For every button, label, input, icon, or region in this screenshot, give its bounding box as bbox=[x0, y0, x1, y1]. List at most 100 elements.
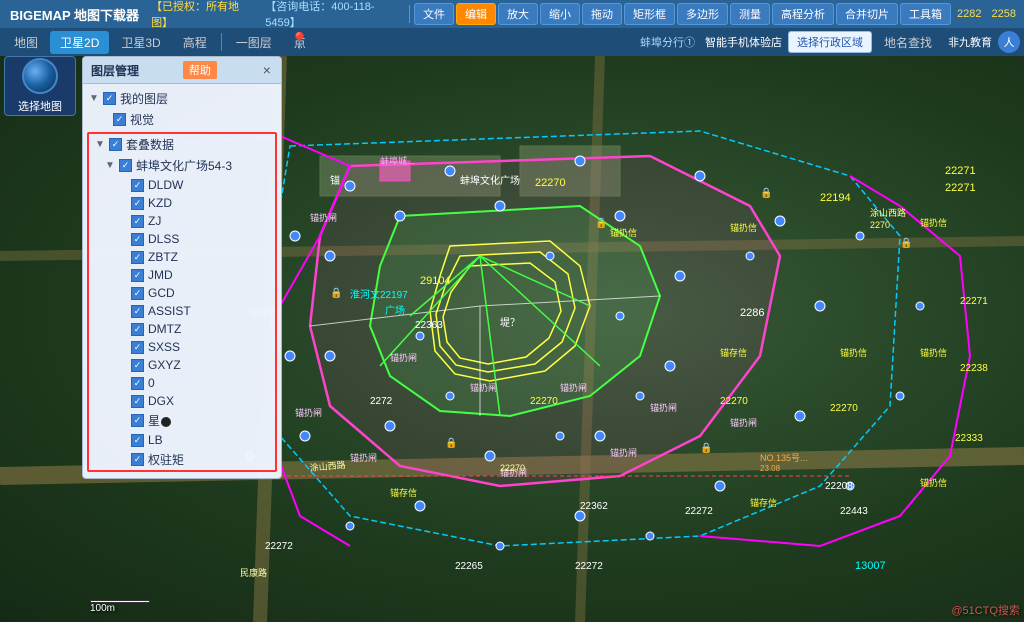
layer-checkbox-assist[interactable] bbox=[131, 305, 144, 318]
help-button[interactable]: 帮助 bbox=[183, 61, 217, 79]
zoom-in-button[interactable]: 放大 bbox=[498, 3, 538, 25]
map-select-button[interactable]: 选择地图 bbox=[4, 56, 76, 116]
layer-checkbox-visual[interactable] bbox=[113, 113, 126, 126]
layer-item-quanzhuju[interactable]: 权驻矩 bbox=[89, 449, 275, 470]
layer-label-venue: 蚌埠文化广场54-3 bbox=[136, 157, 269, 174]
layer-checkbox-zero[interactable] bbox=[131, 377, 144, 390]
layer-checkbox-quanzhuju[interactable] bbox=[131, 453, 144, 466]
branch-label: 蚌埠分行① bbox=[636, 34, 699, 50]
satellite3d-tab[interactable]: 卫星3D bbox=[111, 31, 170, 54]
layer-item-gcd[interactable]: GCD bbox=[89, 284, 275, 302]
layer-item-zj[interactable]: ZJ bbox=[89, 212, 275, 230]
point-tab[interactable]: 点 bbox=[284, 31, 316, 54]
layer-checkbox-star[interactable] bbox=[131, 414, 144, 427]
layer-label-zero: 0 bbox=[148, 376, 269, 390]
layer-label-my-layers: 我的图层 bbox=[120, 90, 275, 107]
sep2 bbox=[221, 33, 222, 51]
layer-checkbox-zj[interactable] bbox=[131, 215, 144, 228]
layer-label-jmd: JMD bbox=[148, 268, 269, 282]
select-region-button[interactable]: 选择行政区域 bbox=[788, 31, 872, 53]
polygon-button[interactable]: 多边形 bbox=[677, 3, 728, 25]
layer-label-dmtz: DMTZ bbox=[148, 322, 269, 336]
layer-item-dmtz[interactable]: DMTZ bbox=[89, 320, 275, 338]
merge-button[interactable]: 合并切片 bbox=[836, 3, 898, 25]
layer-label-star: 星 bbox=[148, 412, 269, 429]
layer-checkbox-gxyz[interactable] bbox=[131, 359, 144, 372]
drag-button[interactable]: 拖动 bbox=[582, 3, 622, 25]
panel-header: 图层管理 帮助 × bbox=[83, 57, 281, 84]
layer-item-aggregate[interactable]: ▼ 套叠数据 bbox=[89, 134, 275, 155]
close-button[interactable]: × bbox=[261, 62, 273, 78]
map-tab[interactable]: 地图 bbox=[4, 31, 48, 54]
layer-label-sxss: SXSS bbox=[148, 340, 269, 354]
layer-item-dldw[interactable]: DLDW bbox=[89, 176, 275, 194]
layer-checkbox-kzd[interactable] bbox=[131, 197, 144, 210]
layer-checkbox-dgx[interactable] bbox=[131, 395, 144, 408]
satellite2d-tab[interactable]: 卫星2D bbox=[50, 31, 109, 54]
globe-icon bbox=[22, 58, 58, 94]
app-title: BIGEMAP 地图下载器 bbox=[4, 5, 145, 24]
user-avatar[interactable]: 人 bbox=[998, 31, 1020, 53]
layer-item-dlss[interactable]: DLSS bbox=[89, 230, 275, 248]
measure-button[interactable]: 测量 bbox=[730, 3, 770, 25]
layer-item-dgx[interactable]: DGX bbox=[89, 392, 275, 410]
map-select-label: 选择地图 bbox=[18, 98, 62, 114]
rect-select-button[interactable]: 矩形框 bbox=[624, 3, 675, 25]
scale-bar: 100m bbox=[90, 600, 150, 614]
tile-count-1: 2282 bbox=[953, 8, 985, 20]
scale-label: 100m bbox=[90, 603, 115, 614]
layer-label-aggregate: 套叠数据 bbox=[126, 136, 269, 153]
layer-label-zbtz: ZBTZ bbox=[148, 250, 269, 264]
layer-checkbox-zbtz[interactable] bbox=[131, 251, 144, 264]
layer-tab[interactable]: 一图层 bbox=[226, 31, 282, 54]
zoom-out-button[interactable]: 缩小 bbox=[540, 3, 580, 25]
hotline-info: 【咨询电话：400-118-5459】 bbox=[257, 0, 405, 30]
layer-item-kzd[interactable]: KZD bbox=[89, 194, 275, 212]
elevation-tab[interactable]: 高程 bbox=[173, 31, 217, 54]
toolbox-button[interactable]: 工具箱 bbox=[900, 3, 951, 25]
tile-count-2: 2258 bbox=[988, 8, 1020, 20]
layer-item-star[interactable]: 星 bbox=[89, 410, 275, 431]
elevation-button[interactable]: 高程分析 bbox=[772, 3, 834, 25]
layer-checkbox-jmd[interactable] bbox=[131, 269, 144, 282]
layer-checkbox-dmtz[interactable] bbox=[131, 323, 144, 336]
main-toolbar: BIGEMAP 地图下载器 【已授权：所有地图】 【咨询电话：400-118-5… bbox=[0, 0, 1024, 28]
non-edu-label: 非九教育 bbox=[944, 34, 996, 50]
layer-item-zero[interactable]: 0 bbox=[89, 374, 275, 392]
layer-checkbox-dlss[interactable] bbox=[131, 233, 144, 246]
layer-list: ▼ 我的图层 视觉 ▼ 套叠数据 ▼ 蚌埠文化广场54-3 bbox=[83, 84, 281, 478]
layer-item-my-layers[interactable]: ▼ 我的图层 bbox=[83, 88, 281, 109]
sep1 bbox=[409, 5, 410, 23]
edit-button[interactable]: 编辑 bbox=[456, 3, 496, 25]
layer-label-dgx: DGX bbox=[148, 394, 269, 408]
expand-icon-venue: ▼ bbox=[105, 160, 115, 171]
layer-label-lb: LB bbox=[148, 433, 269, 447]
layer-item-zbtz[interactable]: ZBTZ bbox=[89, 248, 275, 266]
layer-item-sxss[interactable]: SXSS bbox=[89, 338, 275, 356]
layer-checkbox-gcd[interactable] bbox=[131, 287, 144, 300]
layer-label-kzd: KZD bbox=[148, 196, 269, 210]
place-search-button[interactable]: 地名查找 bbox=[874, 31, 942, 54]
layer-checkbox-aggregate[interactable] bbox=[109, 138, 122, 151]
layer-label-quanzhuju: 权驻矩 bbox=[148, 451, 269, 468]
layer-item-jmd[interactable]: JMD bbox=[89, 266, 275, 284]
point-selector: 点 📍 bbox=[284, 31, 316, 54]
layer-item-lb[interactable]: LB bbox=[89, 431, 275, 449]
layer-item-assist[interactable]: ASSIST bbox=[89, 302, 275, 320]
expand-icon-aggregate: ▼ bbox=[95, 139, 105, 150]
layer-label-gcd: GCD bbox=[148, 286, 269, 300]
layer-label-visual: 视觉 bbox=[130, 111, 275, 128]
layer-checkbox-dldw[interactable] bbox=[131, 179, 144, 192]
layer-item-visual[interactable]: 视觉 bbox=[83, 109, 281, 130]
layer-item-venue[interactable]: ▼ 蚌埠文化广场54-3 bbox=[89, 155, 275, 176]
highlight-group: ▼ 套叠数据 ▼ 蚌埠文化广场54-3 DLDW KZD bbox=[87, 132, 277, 472]
layer-checkbox-my-layers[interactable] bbox=[103, 92, 116, 105]
layer-panel: 图层管理 帮助 × ▼ 我的图层 视觉 ▼ 套叠数据 ▼ bbox=[82, 56, 282, 479]
layer-item-gxyz[interactable]: GXYZ bbox=[89, 356, 275, 374]
layer-checkbox-venue[interactable] bbox=[119, 159, 132, 172]
expand-icon: ▼ bbox=[89, 93, 99, 104]
file-button[interactable]: 文件 bbox=[414, 3, 454, 25]
layer-checkbox-sxss[interactable] bbox=[131, 341, 144, 354]
layer-checkbox-lb[interactable] bbox=[131, 434, 144, 447]
panel-title: 图层管理 bbox=[91, 62, 139, 79]
